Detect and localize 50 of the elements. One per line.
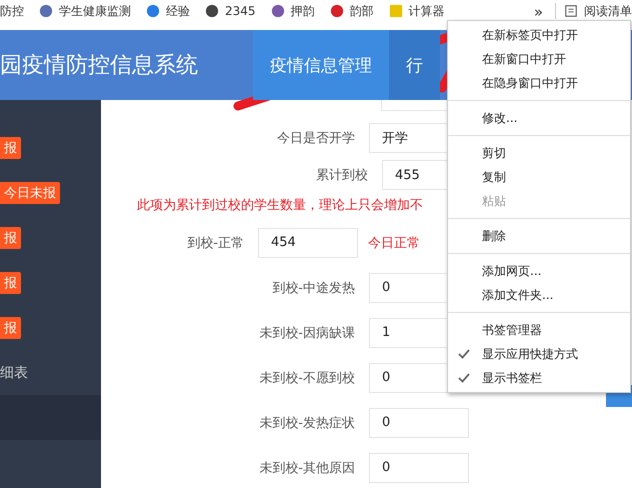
bookmark-icon bbox=[270, 4, 285, 18]
menu-item[interactable]: 添加文件夹... bbox=[482, 286, 554, 304]
field-label: 未到校-因病缺课 bbox=[258, 324, 356, 342]
bookmark-icon bbox=[330, 4, 344, 18]
menu-item[interactable]: 显示应用快捷方式 bbox=[482, 346, 578, 362]
reading-list-link[interactable]: 阅读清单 bbox=[584, 2, 632, 20]
bookmark-link[interactable]: 经验 bbox=[166, 2, 190, 20]
status-badge: 今日未报 bbox=[0, 182, 60, 204]
bookmark-link[interactable]: 2345 bbox=[225, 4, 256, 18]
nav-tab[interactable]: 疫情信息管理 bbox=[253, 30, 389, 100]
field-label: 今日是否开学 bbox=[276, 130, 356, 146]
menu-item[interactable]: 书签管理器 bbox=[482, 322, 542, 338]
bookmark-icon bbox=[39, 4, 53, 18]
hint-text: 今日正常 bbox=[368, 234, 420, 252]
bookmark-icon bbox=[146, 4, 160, 18]
bookmark-link[interactable]: 防控 bbox=[0, 2, 24, 20]
input-field[interactable]: 454 bbox=[258, 228, 358, 258]
reading-list-icon bbox=[564, 4, 578, 18]
menu-item[interactable]: 删除 bbox=[482, 228, 506, 244]
menu-item[interactable]: 在新窗口中打开 bbox=[482, 50, 566, 68]
status-badge: 报 bbox=[0, 316, 21, 338]
field-label: 未到校-不愿到校 bbox=[258, 370, 356, 386]
status-badge: 报 bbox=[0, 272, 21, 294]
bookmark-link[interactable]: 学生健康监测 bbox=[59, 2, 131, 20]
bookmark-link[interactable]: 押韵 bbox=[290, 2, 315, 20]
status-badge: 报 bbox=[0, 226, 21, 248]
menu-item[interactable]: 添加网页... bbox=[482, 262, 542, 280]
field-label: 累计到校 bbox=[315, 167, 369, 184]
menu-item[interactable]: 显示书签栏 bbox=[482, 370, 542, 386]
menu-item[interactable]: 修改... bbox=[482, 110, 518, 126]
bookmark-link[interactable]: 韵部 bbox=[350, 2, 374, 20]
field-label: 到校-中途发热 bbox=[271, 280, 356, 296]
bookmark-icon bbox=[388, 4, 403, 18]
menu-item[interactable]: 在隐身窗口中打开 bbox=[482, 74, 578, 92]
nav-tab[interactable]: 行 bbox=[389, 30, 440, 100]
menu-item[interactable]: 剪切 bbox=[482, 144, 506, 162]
menu-item[interactable]: 在新标签页中打开 bbox=[482, 26, 578, 44]
field-label: 未到校-其他原因 bbox=[258, 460, 356, 476]
field-label: 到校-正常 bbox=[186, 234, 245, 252]
input-field[interactable]: 0 bbox=[369, 408, 469, 438]
bookmark-icon bbox=[205, 4, 219, 18]
app-title: 园疫情防控信息系统 bbox=[0, 52, 199, 80]
field-label: 未到校-发热症状 bbox=[258, 414, 356, 432]
more-bookmarks-button[interactable]: » bbox=[534, 3, 543, 21]
menu-item[interactable]: 复制 bbox=[482, 168, 506, 186]
bookmark-link[interactable]: 计算器 bbox=[408, 2, 445, 20]
sidebar-item[interactable]: 细表 bbox=[0, 364, 28, 382]
warning-note: 此项为累计到过校的学生数量，理论上只会增加不 bbox=[137, 197, 423, 215]
status-badge: 报 bbox=[0, 136, 21, 158]
input-field[interactable]: 0 bbox=[369, 452, 469, 482]
